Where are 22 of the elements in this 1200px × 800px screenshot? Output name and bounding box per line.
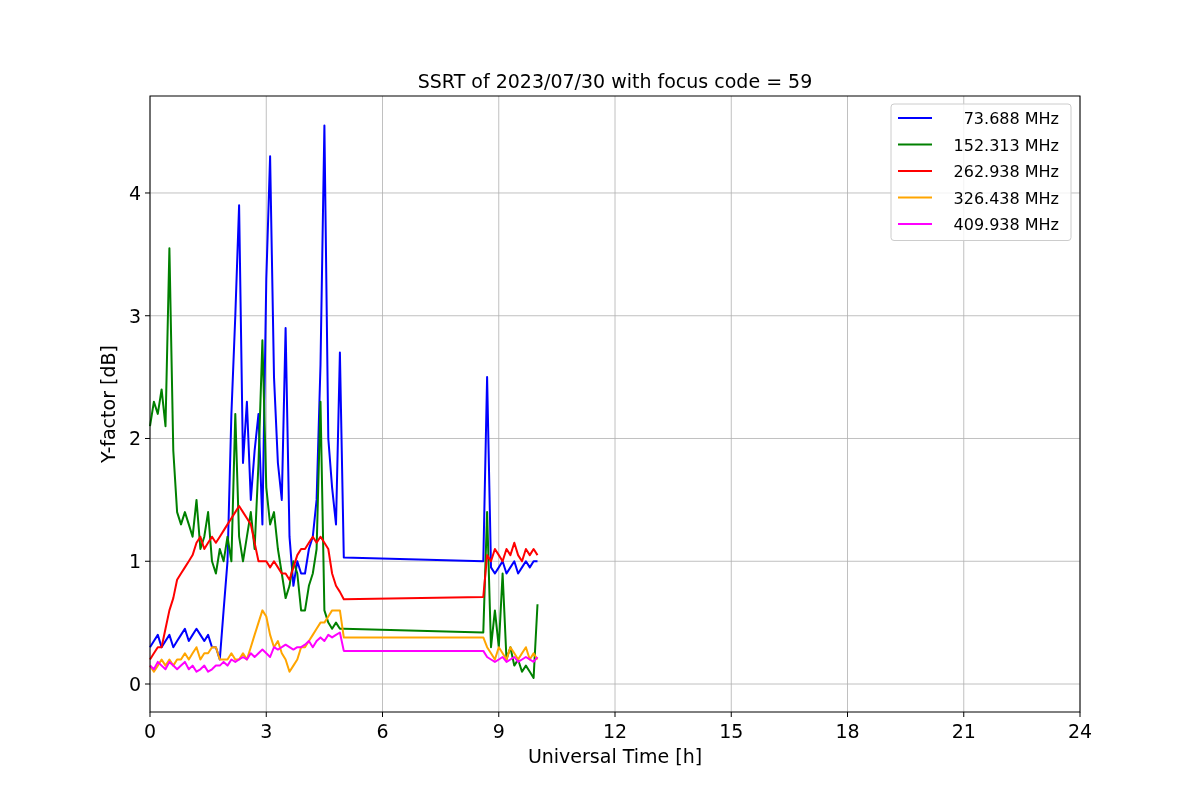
x-axis-label: Universal Time [h]	[527, 745, 703, 767]
x-tick-label: 0	[143, 720, 157, 742]
chart-title: SSRT of 2023/07/30 with focus code = 59	[417, 70, 813, 92]
y-tick-label: 4	[128, 182, 141, 204]
x-tick-label: 15	[719, 720, 744, 742]
y-tick-label: 3	[128, 304, 141, 327]
legend-label: 326.438 MHz	[953, 188, 1059, 208]
x-tick-label: 21	[951, 720, 976, 742]
y-axis-label: Y-factor [dB]	[97, 345, 119, 463]
x-tick-label: 24	[1067, 720, 1093, 742]
y-tick-label: 1	[128, 550, 141, 573]
y-tick-label: 2	[128, 427, 141, 450]
legend-label: 152.313 MHz	[953, 135, 1059, 155]
x-tick-label: 9	[492, 720, 505, 742]
x-tick-label: 3	[260, 720, 273, 742]
legend-label: 73.688 MHz	[963, 109, 1059, 128]
y-tick-label: 0	[128, 673, 141, 695]
x-tick-label: 18	[835, 720, 860, 742]
x-tick-label: 12	[602, 720, 628, 742]
x-tick-label: 6	[376, 720, 389, 742]
legend-label: 262.938 MHz	[953, 162, 1059, 181]
legend-label: 409.938 MHz	[953, 215, 1059, 234]
